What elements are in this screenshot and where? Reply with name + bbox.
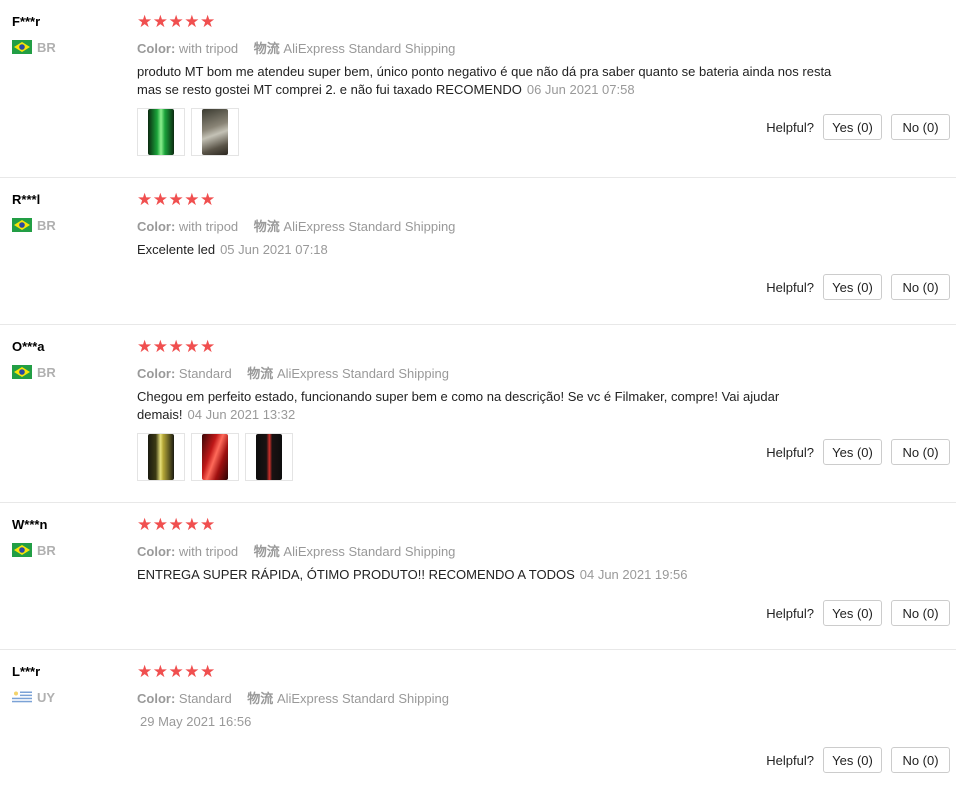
shipping-value: AliExpress Standard Shipping <box>283 219 456 234</box>
helpful-label: Helpful? <box>766 605 814 621</box>
star-rating: ★★★★★ <box>137 12 216 31</box>
reviewer-country: UY <box>12 689 56 705</box>
helpful-no-button[interactable]: No (0) <box>891 747 950 773</box>
review-item: L***r UY ★★★★★ Color: Standard 物流 AliExp… <box>0 650 956 787</box>
color-label: Color: <box>137 366 176 381</box>
color-value: with tripod <box>178 41 239 56</box>
reviewer-country: BR <box>12 39 56 55</box>
helpful-label: Helpful? <box>766 444 814 460</box>
reviewer-name: F***r <box>12 14 41 29</box>
review-photo-thumbnail[interactable] <box>191 108 239 156</box>
brazil-flag-icon <box>12 365 32 379</box>
review-date: 29 May 2021 16:56 <box>140 714 252 729</box>
star-rating: ★★★★★ <box>137 337 216 356</box>
review-meta: Color: with tripod 物流 AliExpress Standar… <box>137 216 455 235</box>
helpful-yes-button[interactable]: Yes (0) <box>823 274 882 300</box>
review-meta: Color: Standard 物流 AliExpress Standard S… <box>137 688 449 707</box>
color-value: with tripod <box>178 219 239 234</box>
review-text: Chegou em perfeito estado, funcionando s… <box>137 388 847 424</box>
reviewer-name: W***n <box>12 517 48 532</box>
helpful-yes-button[interactable]: Yes (0) <box>823 600 882 626</box>
review-body: ENTREGA SUPER RÁPIDA, ÓTIMO PRODUTO!! RE… <box>137 567 575 582</box>
color-value: with tripod <box>178 544 239 559</box>
review-photo-thumbnail[interactable] <box>137 433 185 481</box>
review-meta: Color: with tripod 物流 AliExpress Standar… <box>137 541 455 560</box>
shipping-label: 物流 <box>247 691 274 706</box>
helpful-yes-button[interactable]: Yes (0) <box>823 114 882 140</box>
country-code: BR <box>37 217 56 233</box>
review-photo-thumbnail[interactable] <box>191 433 239 481</box>
review-photo-thumbnail[interactable] <box>137 108 185 156</box>
shipping-label: 物流 <box>247 366 274 381</box>
color-label: Color: <box>137 544 176 559</box>
uruguay-flag-icon <box>12 690 32 704</box>
country-code: BR <box>37 542 56 558</box>
color-label: Color: <box>137 691 176 706</box>
review-item: W***n BR ★★★★★ Color: with tripod 物流 Ali… <box>0 503 956 650</box>
review-meta: Color: Standard 物流 AliExpress Standard S… <box>137 363 449 382</box>
helpful-vote: Helpful? Yes (0) No (0) <box>766 114 950 140</box>
review-text: ENTREGA SUPER RÁPIDA, ÓTIMO PRODUTO!! RE… <box>137 566 847 584</box>
shipping-label: 物流 <box>253 219 280 234</box>
country-code: BR <box>37 39 56 55</box>
star-rating: ★★★★★ <box>137 515 216 534</box>
brazil-flag-icon <box>12 218 32 232</box>
helpful-label: Helpful? <box>766 752 814 768</box>
country-code: BR <box>37 364 56 380</box>
review-date: 05 Jun 2021 07:18 <box>220 242 328 257</box>
helpful-label: Helpful? <box>766 279 814 295</box>
helpful-no-button[interactable]: No (0) <box>891 274 950 300</box>
review-date: 04 Jun 2021 13:32 <box>187 407 296 422</box>
country-code: UY <box>37 689 56 705</box>
color-value: Standard <box>178 691 232 706</box>
reviewer-country: BR <box>12 542 56 558</box>
review-text: 29 May 2021 16:56 <box>137 713 847 731</box>
helpful-no-button[interactable]: No (0) <box>891 439 950 465</box>
review-photos <box>137 433 293 481</box>
helpful-vote: Helpful? Yes (0) No (0) <box>766 600 950 626</box>
shipping-value: AliExpress Standard Shipping <box>283 41 456 56</box>
helpful-yes-button[interactable]: Yes (0) <box>823 747 882 773</box>
helpful-vote: Helpful? Yes (0) No (0) <box>766 747 950 773</box>
review-item: O***a BR ★★★★★ Color: Standard 物流 AliExp… <box>0 325 956 503</box>
review-text: Excelente led 05 Jun 2021 07:18 <box>137 241 847 259</box>
color-value: Standard <box>178 366 232 381</box>
color-label: Color: <box>137 41 176 56</box>
helpful-vote: Helpful? Yes (0) No (0) <box>766 439 950 465</box>
reviewer-name: O***a <box>12 339 45 354</box>
review-photos <box>137 108 239 156</box>
shipping-value: AliExpress Standard Shipping <box>276 691 449 706</box>
reviewer-country: BR <box>12 364 56 380</box>
shipping-label: 物流 <box>253 41 280 56</box>
brazil-flag-icon <box>12 40 32 54</box>
review-date: 04 Jun 2021 19:56 <box>579 567 688 582</box>
star-rating: ★★★★★ <box>137 190 216 209</box>
helpful-yes-button[interactable]: Yes (0) <box>823 439 882 465</box>
helpful-no-button[interactable]: No (0) <box>891 114 950 140</box>
review-body: Excelente led <box>137 242 216 257</box>
review-text: produto MT bom me atendeu super bem, úni… <box>137 63 847 99</box>
review-photo-thumbnail[interactable] <box>245 433 293 481</box>
shipping-value: AliExpress Standard Shipping <box>276 366 449 381</box>
review-item: R***l BR ★★★★★ Color: with tripod 物流 Ali… <box>0 178 956 325</box>
brazil-flag-icon <box>12 543 32 557</box>
reviewer-name: L***r <box>12 664 41 679</box>
shipping-value: AliExpress Standard Shipping <box>283 544 456 559</box>
shipping-label: 物流 <box>253 544 280 559</box>
review-meta: Color: with tripod 物流 AliExpress Standar… <box>137 38 455 57</box>
review-item: F***r BR ★★★★★ Color: with tripod 物流 Ali… <box>0 0 956 178</box>
color-label: Color: <box>137 219 176 234</box>
helpful-label: Helpful? <box>766 119 814 135</box>
review-date: 06 Jun 2021 07:58 <box>526 82 635 97</box>
reviewer-name: R***l <box>12 192 41 207</box>
reviewer-country: BR <box>12 217 56 233</box>
helpful-vote: Helpful? Yes (0) No (0) <box>766 274 950 300</box>
helpful-no-button[interactable]: No (0) <box>891 600 950 626</box>
review-body: produto MT bom me atendeu super bem, úni… <box>137 64 832 97</box>
star-rating: ★★★★★ <box>137 662 216 681</box>
